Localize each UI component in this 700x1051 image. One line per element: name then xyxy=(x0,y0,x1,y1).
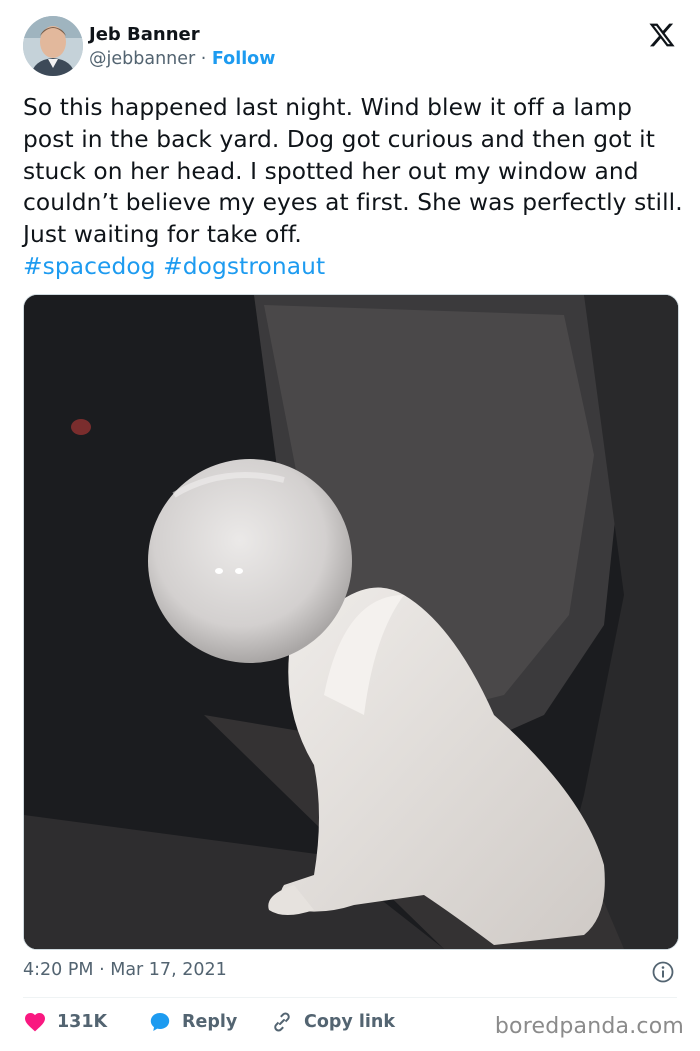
watermark: boredpanda.com xyxy=(494,1014,684,1039)
divider xyxy=(23,997,677,998)
tweet-time: 4:20 PM xyxy=(23,960,94,980)
handle-separator: · xyxy=(195,49,212,69)
author-handle-line: @jebbanner · Follow xyxy=(89,49,275,69)
author-handle[interactable]: @jebbanner xyxy=(89,49,195,69)
link-icon xyxy=(274,1012,290,1032)
author-name[interactable]: Jeb Banner xyxy=(89,24,200,45)
heart-icon xyxy=(25,1013,45,1032)
tweet-timestamp[interactable]: 4:20 PM · Mar 17, 2021 xyxy=(23,960,227,980)
x-logo-icon[interactable] xyxy=(648,21,676,49)
hashtag-spacedog[interactable]: #spacedog xyxy=(23,253,156,280)
tweet-photo[interactable] xyxy=(23,294,679,950)
like-button[interactable]: 131K xyxy=(23,1010,107,1034)
tweet-body: So this happened last night. Wind blew i… xyxy=(23,94,683,249)
like-count: 131K xyxy=(57,1012,108,1032)
copy-link-label: Copy link xyxy=(304,1012,395,1032)
reply-button[interactable]: Reply xyxy=(148,1010,237,1034)
follow-button[interactable]: Follow xyxy=(212,49,275,69)
dog-with-globe-photo xyxy=(24,295,678,949)
avatar[interactable] xyxy=(23,16,83,76)
hashtag-dogstronaut[interactable]: #dogstronaut xyxy=(163,253,325,280)
tweet-date: Mar 17, 2021 xyxy=(110,960,227,980)
timestamp-separator: · xyxy=(93,960,111,980)
info-icon[interactable] xyxy=(651,960,675,984)
reply-label: Reply xyxy=(182,1012,238,1032)
tweet-header: Jeb Banner @jebbanner · Follow xyxy=(23,16,680,78)
reply-bubble-icon xyxy=(150,1013,170,1031)
tweet-text: So this happened last night. Wind blew i… xyxy=(23,92,683,283)
copy-link-button[interactable]: Copy link xyxy=(270,1010,395,1034)
